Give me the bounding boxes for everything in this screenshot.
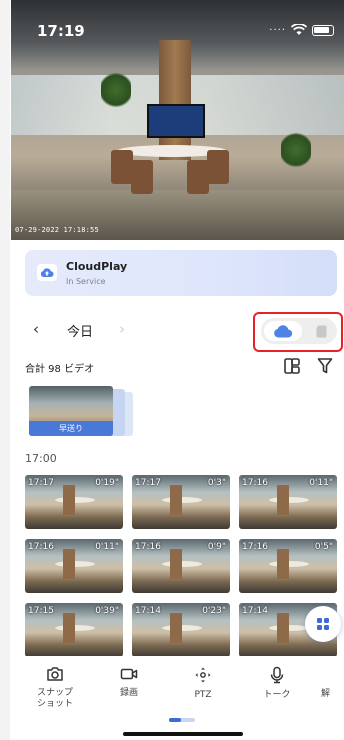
- clip-time: 17:14: [242, 606, 268, 616]
- clip-thumbnail[interactable]: 17:15 0'39": [25, 603, 123, 657]
- ptz-button[interactable]: PTZ: [173, 666, 233, 701]
- sd-card-storage-option[interactable]: [311, 321, 331, 341]
- cloudplay-status: In Service: [66, 277, 106, 286]
- more-label: 解: [321, 689, 331, 699]
- next-day-button[interactable]: ›: [119, 320, 125, 338]
- fast-forward-button[interactable]: 早送り: [29, 386, 113, 436]
- home-indicator: [123, 732, 243, 736]
- clip-time: 17:17: [28, 478, 54, 488]
- ptz-label: PTZ: [194, 690, 212, 700]
- prev-day-button[interactable]: ‹: [33, 320, 39, 338]
- clip-duration: 0'5": [314, 542, 333, 552]
- clip-duration: 0'19": [95, 478, 119, 488]
- hour-group-label: 17:00: [25, 452, 57, 465]
- clip-duration: 0'9": [207, 542, 226, 552]
- record-label: 録画: [119, 688, 138, 698]
- more-button[interactable]: 解: [321, 666, 344, 700]
- status-time: 17:19: [37, 22, 85, 40]
- microphone-icon: [270, 666, 284, 684]
- layout-toggle-icon[interactable]: [283, 357, 301, 375]
- clip-time: 17:16: [242, 542, 268, 552]
- clip-time: 17:17: [135, 478, 161, 488]
- video-count: 合計 98 ビデオ: [25, 364, 95, 375]
- talk-button[interactable]: トーク: [247, 666, 307, 701]
- record-button[interactable]: 録画: [99, 666, 159, 699]
- fast-forward-label: 早送り: [59, 424, 83, 433]
- cloud-storage-option[interactable]: [264, 321, 302, 341]
- battery-icon: [312, 24, 334, 36]
- clip-thumbnail[interactable]: 17:17 0'3": [132, 475, 230, 529]
- status-icons: ····: [269, 24, 334, 36]
- filter-icon[interactable]: [317, 357, 333, 375]
- bottom-toolbar: スナップ ショット 録画 PTZ トーク 解: [11, 656, 344, 740]
- clip-thumbnail[interactable]: 17:17 0'19": [25, 475, 123, 529]
- snapshot-button[interactable]: スナップ ショット: [25, 666, 85, 710]
- camera-icon: [47, 667, 63, 681]
- clip-thumbnail[interactable]: 17:14 0'23": [132, 603, 230, 657]
- video-chair: [131, 160, 153, 194]
- grid-view-button[interactable]: [305, 606, 341, 642]
- cloudplay-card[interactable]: CloudPlay In Service: [25, 250, 337, 296]
- clip-duration: 0'11": [309, 478, 333, 488]
- clip-duration: 0'11": [95, 542, 119, 552]
- video-chair: [111, 150, 133, 184]
- wifi-icon: [291, 24, 307, 35]
- cloud-upload-icon: [37, 264, 57, 281]
- phone-frame-left: [0, 0, 10, 740]
- clip-duration: 0'3": [207, 478, 226, 488]
- clip-thumbnail[interactable]: 17:16 0'11": [25, 539, 123, 593]
- clip-time: 17:16: [28, 542, 54, 552]
- clip-thumbnail[interactable]: 17:16 0'9": [132, 539, 230, 593]
- clip-time: 17:14: [135, 606, 161, 616]
- clip-thumbnail[interactable]: 17:16 0'5": [239, 539, 337, 593]
- video-plant: [281, 130, 311, 170]
- clip-time: 17:16: [135, 542, 161, 552]
- cloud-icon: [274, 324, 293, 338]
- clip-duration: 0'39": [95, 606, 119, 616]
- clip-thumbnail[interactable]: 17:16 0'11": [239, 475, 337, 529]
- video-chair: [207, 150, 229, 184]
- cloudplay-title: CloudPlay: [66, 260, 128, 273]
- signal-icon: ····: [269, 24, 286, 36]
- video-chair: [187, 160, 209, 194]
- clip-time: 17:16: [242, 478, 268, 488]
- clip-time: 17:15: [28, 606, 54, 616]
- video-tv: [147, 104, 205, 138]
- ptz-joystick-icon: [195, 667, 211, 683]
- video-camera-icon: [120, 668, 138, 680]
- app-screen: 07-29-2022 17:18:55 17:19 ···· CloudPlay…: [11, 0, 344, 740]
- toolbar-page-indicator: [169, 718, 195, 722]
- clip-duration: 0'23": [202, 606, 226, 616]
- talk-label: トーク: [263, 690, 291, 700]
- snapshot-label: スナップ ショット: [36, 688, 73, 709]
- sd-card-icon: [316, 325, 326, 337]
- video-plant: [101, 70, 131, 110]
- grid-icon: [317, 618, 329, 630]
- video-timestamp: 07-29-2022 17:18:55: [15, 226, 99, 234]
- video-pillar: [159, 40, 191, 160]
- date-label[interactable]: 今日: [67, 321, 93, 340]
